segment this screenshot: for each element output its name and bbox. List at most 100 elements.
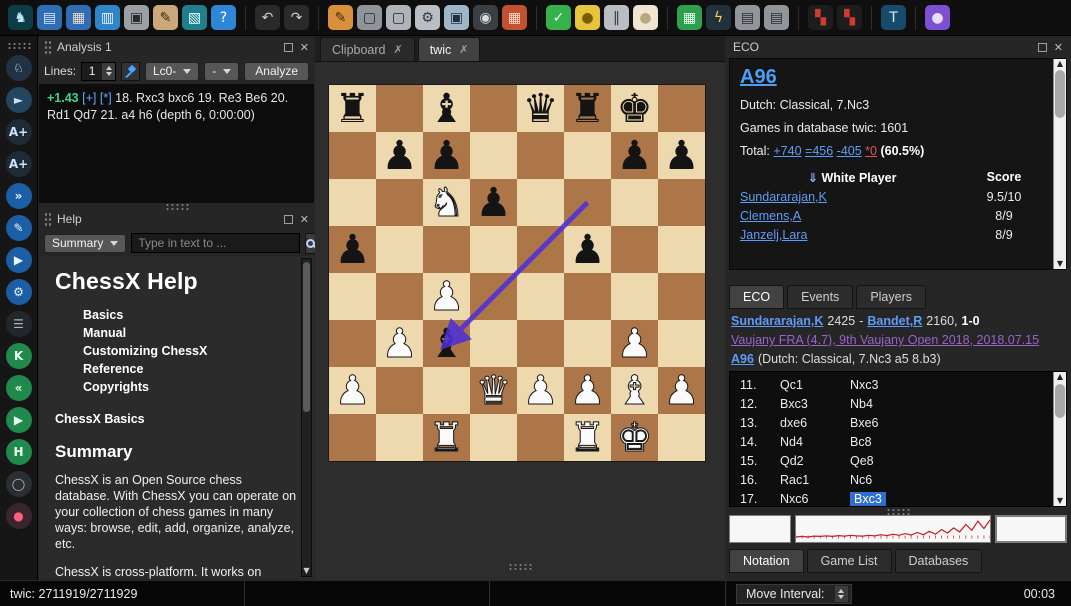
move-black[interactable]: Qe8: [850, 454, 1048, 468]
commit-icon[interactable]: ▧: [182, 5, 207, 30]
app-logo-icon[interactable]: ♞: [8, 5, 33, 30]
tab-twic[interactable]: twic ✗: [418, 37, 481, 61]
square-d6[interactable]: ♟: [470, 179, 517, 226]
font-bigger-icon[interactable]: A+: [6, 119, 32, 145]
font-smaller-icon[interactable]: A+: [6, 151, 32, 177]
tab-game-list[interactable]: Game List: [807, 549, 892, 573]
game-list-table-icon[interactable]: ▤: [735, 5, 760, 30]
engine-select[interactable]: Lc0-: [145, 62, 199, 81]
undo-icon[interactable]: ↶: [255, 5, 280, 30]
square-a7[interactable]: [329, 132, 376, 179]
square-g1[interactable]: ♚: [611, 414, 658, 461]
float-panel-icon[interactable]: [284, 43, 293, 52]
engine-go-icon[interactable]: ✓: [546, 5, 571, 30]
save-icon[interactable]: ▣: [124, 5, 149, 30]
panel-drag-handle[interactable]: [44, 40, 51, 55]
square-a5[interactable]: ♟: [329, 226, 376, 273]
white-piece-g1[interactable]: ♚: [617, 418, 653, 458]
square-a4[interactable]: [329, 273, 376, 320]
square-h6[interactable]: [658, 179, 705, 226]
new-game-icon[interactable]: ▢: [357, 5, 382, 30]
square-e6[interactable]: [517, 179, 564, 226]
black-piece-b7[interactable]: ♟: [382, 136, 418, 176]
square-g4[interactable]: [611, 273, 658, 320]
copy-game-icon[interactable]: ▣: [444, 5, 469, 30]
loop-icon[interactable]: ◯: [6, 471, 32, 497]
white-piece-a2[interactable]: ♟: [335, 371, 371, 411]
help-scrollbar[interactable]: ▼: [301, 258, 312, 577]
move-white[interactable]: Nd4: [780, 435, 850, 449]
square-c4[interactable]: ♟: [423, 273, 470, 320]
move-white[interactable]: Qd2: [780, 454, 850, 468]
spinner-arrows[interactable]: [102, 63, 115, 80]
close-panel-icon[interactable]: ✕: [300, 214, 309, 225]
theme-icon[interactable]: ●: [925, 5, 950, 30]
square-f5[interactable]: ♟: [564, 226, 611, 273]
event-link[interactable]: Vaujany FRA (4.7), 9th Vaujany Open 2018…: [731, 333, 1039, 347]
pin-engine-button[interactable]: [121, 62, 140, 81]
square-d5[interactable]: [470, 226, 517, 273]
square-g3[interactable]: ♟: [611, 320, 658, 367]
square-b2[interactable]: [376, 367, 423, 414]
square-c2[interactable]: [423, 367, 470, 414]
square-a8[interactable]: ♜: [329, 85, 376, 132]
square-f8[interactable]: ♜: [564, 85, 611, 132]
eco-code-link[interactable]: A96: [731, 352, 754, 366]
white-piece-g3[interactable]: ♟: [617, 324, 653, 364]
white-piece-c6[interactable]: ♞: [429, 183, 465, 223]
square-e1[interactable]: [517, 414, 564, 461]
black-piece-f8[interactable]: ♜: [570, 89, 606, 129]
move-white[interactable]: Bxc3: [780, 397, 850, 411]
scroll-down-icon[interactable]: ▼: [1054, 259, 1066, 269]
move-black[interactable]: Bc8: [850, 435, 1048, 449]
black-piece-f5[interactable]: ♟: [570, 230, 606, 270]
spin-down-icon[interactable]: [838, 595, 844, 599]
black-piece-d6[interactable]: ♟: [476, 183, 512, 223]
eval-graph-frame[interactable]: [795, 515, 991, 543]
king-green-icon[interactable]: K: [6, 343, 32, 369]
moves-scrollbar[interactable]: ▲ ▼: [1053, 372, 1066, 506]
square-b4[interactable]: [376, 273, 423, 320]
spin-up-icon[interactable]: [838, 589, 844, 593]
square-e4[interactable]: [517, 273, 564, 320]
add-line-link[interactable]: [*]: [100, 91, 112, 105]
chess-board[interactable]: ♜♝♛♜♚♟♟♟♟♞♟♟♟♟♟♝♟♟♛♟♟♝♟♜♜♚: [328, 84, 706, 462]
square-h8[interactable]: [658, 85, 705, 132]
square-c1[interactable]: ♜: [423, 414, 470, 461]
square-a6[interactable]: [329, 179, 376, 226]
tab-notation[interactable]: Notation: [729, 549, 804, 573]
eco-code-link[interactable]: A96: [740, 66, 777, 88]
square-b8[interactable]: [376, 85, 423, 132]
move-interval-select[interactable]: Move Interval:: [736, 584, 852, 604]
help-link-manual[interactable]: Manual: [83, 325, 298, 342]
variation-select[interactable]: -: [204, 62, 239, 81]
square-g7[interactable]: ♟: [611, 132, 658, 179]
square-f3[interactable]: [564, 320, 611, 367]
square-h4[interactable]: [658, 273, 705, 320]
square-e7[interactable]: [517, 132, 564, 179]
square-b1[interactable]: [376, 414, 423, 461]
help-link-copyrights[interactable]: Copyrights: [83, 379, 298, 396]
close-tab-icon[interactable]: ✗: [459, 43, 468, 56]
square-d8[interactable]: [470, 85, 517, 132]
spin-up-icon[interactable]: [106, 66, 112, 70]
player-row[interactable]: Clemens,A 8/9: [740, 209, 1044, 223]
setup-position-icon[interactable]: ⚙: [415, 5, 440, 30]
move-white[interactable]: Rac1: [780, 473, 850, 487]
white-piece-h2[interactable]: ♟: [664, 371, 700, 411]
square-e3[interactable]: [517, 320, 564, 367]
board-area-drag-handle[interactable]: [508, 563, 532, 570]
add-variation-link[interactable]: [+]: [82, 91, 96, 105]
rewind-green-icon[interactable]: «: [6, 375, 32, 401]
square-b6[interactable]: [376, 179, 423, 226]
eco-scrollbar[interactable]: ▲ ▼: [1053, 59, 1066, 269]
tab-clipboard[interactable]: Clipboard ✗: [320, 37, 415, 61]
move-black-selected[interactable]: Bxc3: [850, 492, 886, 506]
move-black[interactable]: Nxc3: [850, 378, 1048, 392]
white-piece-d2[interactable]: ♛: [476, 371, 512, 411]
help-search-input[interactable]: [131, 233, 300, 253]
square-b5[interactable]: [376, 226, 423, 273]
lines-spinner[interactable]: 1: [81, 62, 116, 81]
draws-link[interactable]: =456: [805, 144, 833, 158]
white-piece-c1[interactable]: ♜: [429, 418, 465, 458]
